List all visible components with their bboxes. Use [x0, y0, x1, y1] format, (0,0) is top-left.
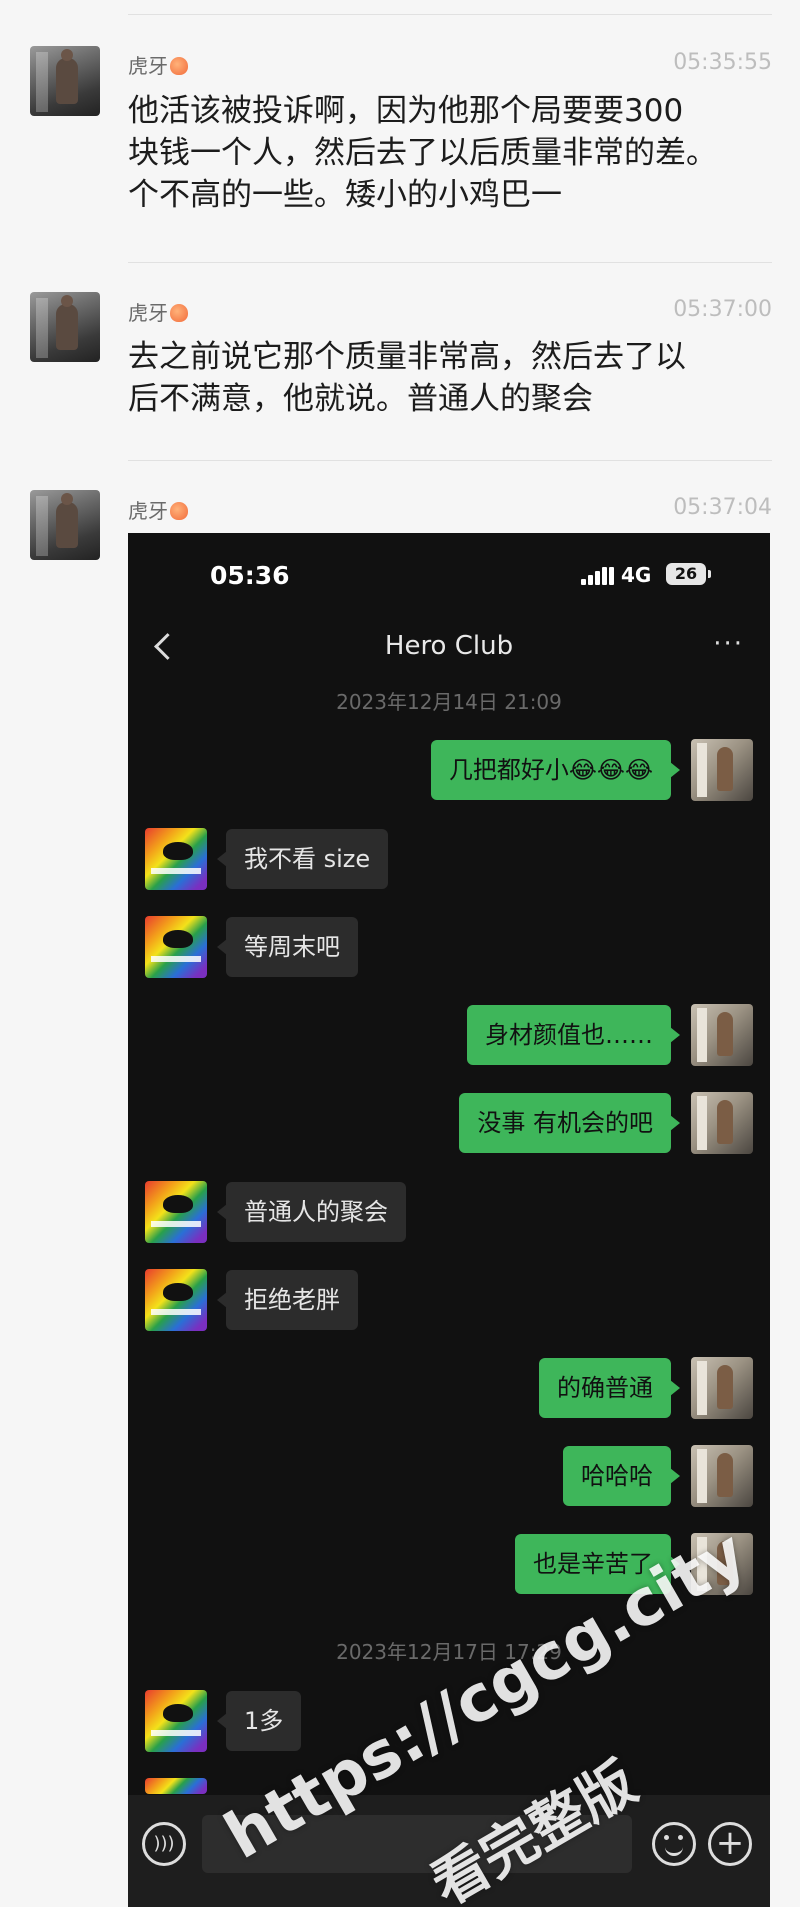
message-time: 05:35:55 — [673, 50, 772, 75]
voice-icon[interactable]: ))) — [142, 1822, 186, 1866]
chat-title: Hero Club — [384, 631, 514, 661]
more-icon[interactable]: ··· — [713, 631, 744, 657]
emoji-icon[interactable] — [652, 1822, 696, 1866]
avatar[interactable] — [145, 1690, 207, 1752]
avatar[interactable] — [145, 916, 207, 978]
chat-bubble-sent[interactable]: 也是辛苦了 — [515, 1534, 680, 1594]
chat-bubble-sent[interactable]: 几把都好小😂😂😂 — [430, 740, 681, 800]
avatar[interactable] — [30, 490, 100, 560]
avatar[interactable] — [145, 828, 207, 890]
date-divider: 2023年12月14日 21:09 — [336, 690, 562, 714]
plus-icon[interactable]: + — [708, 1822, 752, 1866]
message-input[interactable] — [202, 1815, 632, 1873]
avatar[interactable] — [691, 1357, 753, 1419]
sender-name: 虎牙 — [128, 297, 188, 326]
chat-bubble-received[interactable]: 我不看 size — [216, 829, 389, 889]
avatar[interactable] — [691, 739, 753, 801]
chat-bubble-sent[interactable]: 哈哈哈 — [563, 1446, 680, 1506]
avatar[interactable] — [30, 292, 100, 362]
avatar — [145, 1778, 207, 1794]
message-time: 05:37:04 — [673, 495, 772, 520]
battery-icon: 26 — [666, 563, 711, 585]
chat-input-bar: ))) + — [128, 1795, 770, 1907]
sender-name: 虎牙 — [128, 50, 188, 79]
avatar[interactable] — [691, 1004, 753, 1066]
divider — [128, 14, 772, 15]
peach-icon — [170, 304, 188, 322]
message-text: 他活该被投诉啊，因为他那个局要要300 块钱一个人，然后去了以后质量非常的差。 … — [128, 93, 717, 213]
avatar[interactable] — [691, 1092, 753, 1154]
date-divider: 2023年12月17日 17:29 — [336, 1640, 562, 1664]
divider — [128, 262, 772, 263]
message-text: 去之前说它那个质量非常高，然后去了以 后不满意，他就说。普通人的聚会 — [128, 339, 686, 417]
status-bar: 05:36 4G 26 — [128, 533, 770, 613]
chat-header: Hero Club ··· — [128, 613, 770, 681]
avatar[interactable] — [145, 1269, 207, 1331]
chat-bubble-received[interactable]: 拒绝老胖 — [217, 1270, 358, 1330]
avatar[interactable] — [30, 46, 100, 116]
avatar[interactable] — [691, 1445, 753, 1507]
message-time: 05:37:00 — [673, 297, 772, 322]
chat-bubble-sent[interactable]: 身材颜值也…… — [467, 1005, 680, 1065]
network-type: 4G — [621, 563, 652, 587]
sender-name: 虎牙 — [128, 495, 188, 524]
chat-bubble-sent[interactable]: 的确普通 — [539, 1358, 680, 1418]
signal-icon — [581, 567, 615, 585]
avatar[interactable] — [145, 1181, 207, 1243]
chat-bubble-received[interactable]: 等周末吧 — [217, 917, 358, 977]
peach-icon — [170, 57, 188, 75]
chat-bubble-received[interactable]: 普通人的聚会 — [217, 1182, 406, 1242]
divider — [128, 460, 772, 461]
chat-bubble-sent[interactable]: 没事 有机会的吧 — [459, 1093, 680, 1153]
status-time: 05:36 — [210, 561, 290, 590]
chat-bubble-received[interactable]: 1多 — [216, 1691, 302, 1751]
chat-screenshot[interactable]: 05:36 4G 26 Hero Club ··· 2023年12月14日 21… — [128, 533, 770, 1907]
avatar[interactable] — [691, 1533, 753, 1595]
peach-icon — [170, 502, 188, 520]
